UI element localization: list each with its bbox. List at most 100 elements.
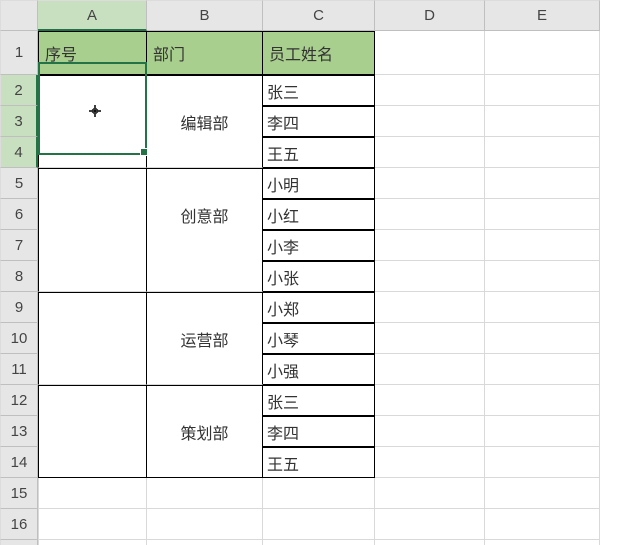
cell-E11[interactable] xyxy=(485,354,600,385)
cell-E14[interactable] xyxy=(485,447,600,478)
cell-A14[interactable] xyxy=(38,447,147,478)
cell-D11[interactable] xyxy=(375,354,485,385)
cell-A17[interactable] xyxy=(38,540,147,545)
cell-E10[interactable] xyxy=(485,323,600,354)
cell-E6[interactable] xyxy=(485,199,600,230)
cell-D7[interactable] xyxy=(375,230,485,261)
cell-E3[interactable] xyxy=(485,106,600,137)
cell-D15[interactable] xyxy=(375,478,485,509)
cell-E1[interactable] xyxy=(485,31,600,75)
cell-A3[interactable] xyxy=(38,106,147,137)
cell-A4[interactable] xyxy=(38,137,147,168)
row-header-15[interactable]: 15 xyxy=(0,478,38,509)
cell-A10[interactable] xyxy=(38,323,147,354)
cell-B13[interactable]: 策划部 xyxy=(147,416,263,447)
cell-B12[interactable] xyxy=(147,385,263,416)
column-header-E[interactable]: E xyxy=(485,0,600,31)
cell-B5[interactable] xyxy=(147,168,263,199)
cell-A13[interactable] xyxy=(38,416,147,447)
cell-C12[interactable]: 张三 xyxy=(263,385,375,416)
row-header-2[interactable]: 2 xyxy=(0,75,38,106)
row-header-9[interactable]: 9 xyxy=(0,292,38,323)
row-header-4[interactable]: 4 xyxy=(0,137,38,168)
cell-B7[interactable] xyxy=(147,230,263,261)
cell-E9[interactable] xyxy=(485,292,600,323)
column-header-A[interactable]: A xyxy=(38,0,147,31)
spreadsheet-grid[interactable]: ABCDE1序号部门员工姓名2张三3编辑部李四4王五5小明6创意部小红7小李8小… xyxy=(0,0,641,545)
cell-D2[interactable] xyxy=(375,75,485,106)
cell-D1[interactable] xyxy=(375,31,485,75)
cell-A16[interactable] xyxy=(38,509,147,540)
cell-D6[interactable] xyxy=(375,199,485,230)
cell-A1[interactable]: 序号 xyxy=(38,31,147,75)
cell-A5[interactable] xyxy=(38,168,147,199)
row-header-7[interactable]: 7 xyxy=(0,230,38,261)
cell-B9[interactable] xyxy=(147,292,263,323)
row-header-1[interactable]: 1 xyxy=(0,31,38,75)
cell-B4[interactable] xyxy=(147,137,263,168)
cell-B11[interactable] xyxy=(147,354,263,385)
cell-E7[interactable] xyxy=(485,230,600,261)
cell-E13[interactable] xyxy=(485,416,600,447)
cell-A2[interactable] xyxy=(38,75,147,106)
cell-A9[interactable] xyxy=(38,292,147,323)
cell-E4[interactable] xyxy=(485,137,600,168)
row-header-17[interactable]: 17 xyxy=(0,540,38,545)
select-all-corner[interactable] xyxy=(0,0,38,31)
cell-B16[interactable] xyxy=(147,509,263,540)
cell-D17[interactable] xyxy=(375,540,485,545)
cell-D10[interactable] xyxy=(375,323,485,354)
row-header-14[interactable]: 14 xyxy=(0,447,38,478)
cell-A7[interactable] xyxy=(38,230,147,261)
cell-C4[interactable]: 王五 xyxy=(263,137,375,168)
cell-C11[interactable]: 小强 xyxy=(263,354,375,385)
cell-C17[interactable] xyxy=(263,540,375,545)
cell-A6[interactable] xyxy=(38,199,147,230)
cell-B17[interactable] xyxy=(147,540,263,545)
cell-B10[interactable]: 运营部 xyxy=(147,323,263,354)
cell-D13[interactable] xyxy=(375,416,485,447)
row-header-3[interactable]: 3 xyxy=(0,106,38,137)
row-header-11[interactable]: 11 xyxy=(0,354,38,385)
row-header-13[interactable]: 13 xyxy=(0,416,38,447)
cell-E2[interactable] xyxy=(485,75,600,106)
row-header-12[interactable]: 12 xyxy=(0,385,38,416)
cell-A11[interactable] xyxy=(38,354,147,385)
cell-C8[interactable]: 小张 xyxy=(263,261,375,292)
row-header-10[interactable]: 10 xyxy=(0,323,38,354)
cell-B3[interactable]: 编辑部 xyxy=(147,106,263,137)
column-header-C[interactable]: C xyxy=(263,0,375,31)
cell-B15[interactable] xyxy=(147,478,263,509)
cell-C13[interactable]: 李四 xyxy=(263,416,375,447)
cell-E15[interactable] xyxy=(485,478,600,509)
cell-C2[interactable]: 张三 xyxy=(263,75,375,106)
cell-C14[interactable]: 王五 xyxy=(263,447,375,478)
cell-E5[interactable] xyxy=(485,168,600,199)
cell-B2[interactable] xyxy=(147,75,263,106)
cell-E17[interactable] xyxy=(485,540,600,545)
cell-B8[interactable] xyxy=(147,261,263,292)
cell-D16[interactable] xyxy=(375,509,485,540)
cell-C6[interactable]: 小红 xyxy=(263,199,375,230)
cell-C3[interactable]: 李四 xyxy=(263,106,375,137)
column-header-D[interactable]: D xyxy=(375,0,485,31)
cell-D14[interactable] xyxy=(375,447,485,478)
cell-C1[interactable]: 员工姓名 xyxy=(263,31,375,75)
row-header-8[interactable]: 8 xyxy=(0,261,38,292)
cell-C10[interactable]: 小琴 xyxy=(263,323,375,354)
cell-B1[interactable]: 部门 xyxy=(147,31,263,75)
row-header-16[interactable]: 16 xyxy=(0,509,38,540)
cell-A12[interactable] xyxy=(38,385,147,416)
row-header-5[interactable]: 5 xyxy=(0,168,38,199)
cell-D12[interactable] xyxy=(375,385,485,416)
row-header-6[interactable]: 6 xyxy=(0,199,38,230)
cell-E16[interactable] xyxy=(485,509,600,540)
cell-C5[interactable]: 小明 xyxy=(263,168,375,199)
cell-C15[interactable] xyxy=(263,478,375,509)
cell-B14[interactable] xyxy=(147,447,263,478)
cell-C7[interactable]: 小李 xyxy=(263,230,375,261)
column-header-B[interactable]: B xyxy=(147,0,263,31)
cell-E12[interactable] xyxy=(485,385,600,416)
cell-D8[interactable] xyxy=(375,261,485,292)
cell-D4[interactable] xyxy=(375,137,485,168)
